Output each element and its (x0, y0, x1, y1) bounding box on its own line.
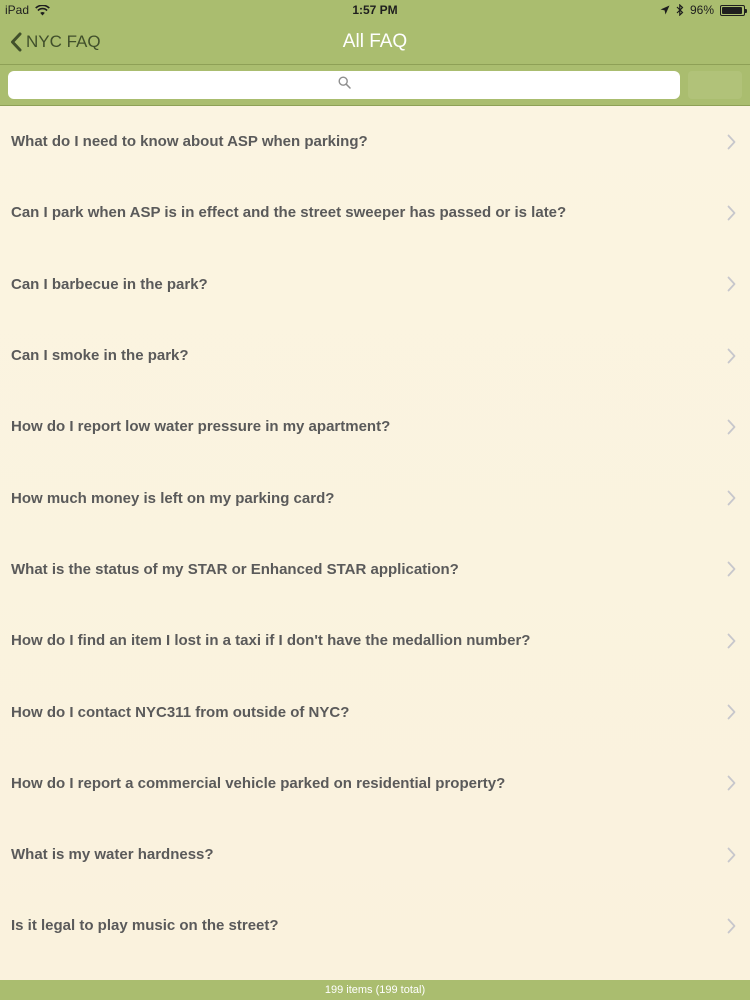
faq-question: How do I report a commercial vehicle par… (11, 774, 506, 792)
faq-row[interactable]: What is the status of my STAR or Enhance… (0, 534, 750, 605)
faq-row[interactable]: What do I need to know about ASP when pa… (0, 106, 750, 177)
faq-row[interactable]: How do I contact NYC311 from outside of … (0, 676, 750, 747)
faq-question: How do I find an item I lost in a taxi i… (11, 632, 531, 650)
faq-question: Can I park when ASP is in effect and the… (11, 204, 567, 222)
faq-question: What do I need to know about ASP when pa… (11, 133, 368, 151)
chevron-right-icon (727, 205, 736, 221)
faq-question: How do I report low water pressure in my… (11, 418, 391, 436)
faq-row[interactable]: How do I find an item I lost in a taxi i… (0, 605, 750, 676)
app-window: iPad 1:57 PM 96% NYC FAQ All FAQ What do… (0, 0, 750, 1000)
footer-item-count: 199 items (199 total) (0, 980, 750, 1000)
status-bar: iPad 1:57 PM 96% (0, 0, 750, 20)
chevron-right-icon (727, 633, 736, 649)
faq-row[interactable]: Is it legal to play music on the street? (0, 890, 750, 961)
faq-row[interactable]: Can I barbecue in the park? (0, 249, 750, 320)
chevron-right-icon (727, 775, 736, 791)
status-time: 1:57 PM (352, 3, 398, 17)
navigation-bar: NYC FAQ All FAQ (0, 20, 750, 64)
faq-list: What do I need to know about ASP when pa… (0, 106, 750, 980)
page-title: All FAQ (342, 31, 408, 52)
chevron-right-icon (727, 704, 736, 720)
battery-percent: 96% (689, 3, 714, 17)
faq-row[interactable]: How do I report a commercial vehicle par… (0, 748, 750, 819)
search-bar (0, 64, 750, 106)
search-cancel-placeholder (688, 71, 742, 99)
status-right: 96% (660, 3, 747, 17)
chevron-right-icon (727, 348, 736, 364)
faq-row[interactable]: How much money is left on my parking car… (0, 462, 750, 533)
faq-question: How do I contact NYC311 from outside of … (11, 703, 350, 721)
chevron-right-icon (727, 561, 736, 577)
faq-row[interactable]: How do I report low water pressure in my… (0, 391, 750, 462)
chevron-right-icon (727, 276, 736, 292)
search-input[interactable] (8, 71, 680, 99)
faq-question: How much money is left on my parking car… (11, 489, 335, 507)
header: iPad 1:57 PM 96% NYC FAQ All FAQ (0, 0, 750, 64)
faq-row[interactable]: What is my water hardness? (0, 819, 750, 890)
chevron-right-icon (727, 419, 736, 435)
bluetooth-icon (676, 4, 684, 16)
faq-question: Can I barbecue in the park? (11, 275, 208, 293)
faq-question: What is my water hardness? (11, 846, 214, 864)
search-field[interactable] (8, 71, 680, 99)
chevron-right-icon (727, 490, 736, 506)
chevron-right-icon (727, 918, 736, 934)
location-icon (660, 5, 670, 15)
faq-row[interactable]: Can I park when ASP is in effect and the… (0, 177, 750, 248)
chevron-right-icon (727, 847, 736, 863)
chevron-right-icon (727, 134, 736, 150)
faq-question: Can I smoke in the park? (11, 347, 189, 365)
battery-icon (720, 4, 747, 16)
faq-row[interactable]: Can I smoke in the park? (0, 320, 750, 391)
faq-question: Is it legal to play music on the street? (11, 917, 279, 935)
faq-question: What is the status of my STAR or Enhance… (11, 560, 459, 578)
